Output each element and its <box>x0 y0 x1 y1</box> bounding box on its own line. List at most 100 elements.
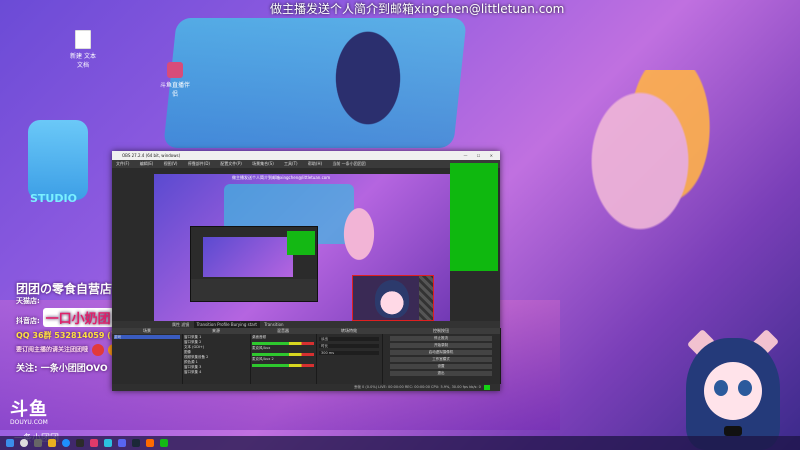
nested-obs-window <box>190 226 318 302</box>
desktop-icon-label: 新建 文本文档 <box>70 53 96 69</box>
volume-meter[interactable] <box>252 364 314 367</box>
weibo-icon <box>92 344 105 356</box>
obs-title-bar[interactable]: OBS 27.2.4 (64 bit, windows) — ☐ ✕ <box>112 151 500 160</box>
status-text: 丢帧 0 (0.0%) LIVE: 00:00:00 REC: 00:00:00… <box>353 385 481 389</box>
menu-current-scene: 当前 一条小团团团 <box>332 161 366 166</box>
menu-file[interactable]: 文件(F) <box>116 161 129 166</box>
nested-green-block <box>287 231 315 255</box>
wallpaper-character-left <box>318 30 418 150</box>
audio-mixer-dock: 混音器 桌面音频 麦克风/Aux 麦克风/Aux 2 <box>250 328 317 384</box>
scenes-dock: 场景 游戏 <box>112 328 183 384</box>
task-view-icon[interactable] <box>34 439 42 447</box>
source-item[interactable]: 窗口采集 4 <box>184 370 248 374</box>
obs-menu-bar: 文件(F) 编辑(E) 视图(V) 停靠部件(D) 配置文件(P) 场景集合(S… <box>112 160 500 168</box>
file-explorer-icon[interactable] <box>48 439 56 447</box>
app-taskbar-icon[interactable] <box>104 439 112 447</box>
obs-status-bar: 丢帧 0 (0.0%) LIVE: 00:00:00 REC: 00:00:00… <box>112 384 500 391</box>
taskbar <box>0 436 800 450</box>
app-taskbar-icon[interactable] <box>146 439 154 447</box>
desktop-icon-text-document[interactable]: 新建 文本文档 <box>68 30 98 69</box>
desktop-icon-label: 斗鱼直播伴侣 <box>160 82 191 98</box>
transitions-dock: 转场特效 淡出 时长 300 ms <box>316 328 383 384</box>
scenes-dock-title: 场景 <box>112 328 182 334</box>
menu-profile[interactable]: 配置文件(P) <box>220 161 242 166</box>
menu-tools[interactable]: 工具(T) <box>284 161 298 166</box>
virtual-camera-button[interactable]: 启动虚拟摄像机 <box>390 350 492 355</box>
menu-help[interactable]: 帮助(H) <box>308 161 322 166</box>
obs-docks: 场景 游戏 来源 窗口采集 1 窗口采集 2 文本 (GDI+) 图像 视频采集… <box>112 328 501 384</box>
source-item[interactable]: 图像 <box>184 350 248 354</box>
mixer-channel-label: 桌面音频 <box>252 335 266 339</box>
transitions-dock-title: 转场特效 <box>316 328 382 334</box>
browser-icon[interactable] <box>62 439 70 447</box>
source-item[interactable]: 文本 (GDI+) <box>184 345 248 349</box>
stop-streaming-button[interactable]: 停止推流 <box>390 336 492 341</box>
transition-select[interactable]: Transition Profile Burying start <box>193 321 260 328</box>
avatar-bow <box>724 426 742 436</box>
top-banner-text: 做主播发送个人简介到邮箱xingchen@littletuan.com <box>270 2 565 16</box>
green-screen-window[interactable] <box>450 163 498 271</box>
steam-icon[interactable] <box>132 439 140 447</box>
mixer-channel-label: 麦克风/Aux 2 <box>252 357 274 361</box>
controls-dock: 控制按钮 停止推流 开始录制 启动虚拟摄像机 工作室模式 设置 退出 <box>382 328 501 384</box>
scene-item[interactable]: 游戏 <box>114 335 180 339</box>
nested-docks <box>191 279 317 301</box>
menu-scene-collection[interactable]: 场景集合(S) <box>252 161 274 166</box>
sources-dock: 来源 窗口采集 1 窗口采集 2 文本 (GDI+) 图像 视频采集设备 2 颜… <box>182 328 251 384</box>
douyu-taskbar-icon[interactable] <box>90 439 98 447</box>
promo-shop-name: 一口小奶团 <box>42 308 114 327</box>
avatar-face <box>375 280 409 318</box>
properties-button[interactable]: 属性 <box>172 322 180 327</box>
mixer-channel-label: 麦克风/Aux <box>252 346 271 350</box>
obs-window[interactable]: OBS 27.2.4 (64 bit, windows) — ☐ ✕ 文件(F)… <box>112 151 501 391</box>
document-icon <box>75 30 91 49</box>
transition-type-select[interactable]: 淡出 <box>319 337 379 341</box>
studio-mode-button[interactable]: 工作室模式 <box>390 357 492 362</box>
wallpaper-logo-text: STUDIO <box>30 192 77 205</box>
volume-meter[interactable] <box>252 353 314 356</box>
app-taskbar-icon[interactable] <box>160 439 168 447</box>
search-icon[interactable] <box>20 439 28 447</box>
start-icon[interactable] <box>6 439 14 447</box>
window-controls[interactable]: — ☐ ✕ <box>464 151 497 160</box>
avatar-eye <box>738 380 752 396</box>
douyu-logo: 斗鱼 <box>10 399 48 420</box>
webcam-source[interactable] <box>352 275 434 321</box>
menu-view[interactable]: 视图(V) <box>164 161 178 166</box>
settings-button[interactable]: 设置 <box>390 364 492 369</box>
menu-docks[interactable]: 停靠部件(D) <box>188 161 210 166</box>
obs-taskbar-icon[interactable] <box>76 439 84 447</box>
exit-button[interactable]: 退出 <box>390 371 492 376</box>
duration-label: 时长 <box>319 344 379 348</box>
vtuber-avatar <box>678 328 788 450</box>
app-taskbar-icon[interactable] <box>118 439 126 447</box>
wallpaper-character-right <box>560 70 760 330</box>
wallpaper-logo-icon <box>28 120 88 200</box>
source-item[interactable]: 视频采集设备 2 <box>184 355 248 359</box>
promo-douyin-label: 抖音店: <box>16 317 40 325</box>
desktop-icon-douyu-companion[interactable]: 斗鱼直播伴侣 <box>160 62 190 98</box>
avatar-face <box>704 362 762 420</box>
source-item[interactable]: 窗口采集 3 <box>184 365 248 369</box>
obs-window-title: OBS 27.2.4 (64 bit, windows) <box>122 153 181 158</box>
source-item[interactable]: 颜色源 1 <box>184 360 248 364</box>
controls-dock-title: 控制按钮 <box>382 328 500 334</box>
live-indicator-icon <box>484 384 490 390</box>
menu-edit[interactable]: 编辑(E) <box>140 161 154 166</box>
sources-dock-title: 来源 <box>182 328 250 334</box>
promo-subscribe-text: 要订阅主播的请关注团团哦 <box>16 346 89 354</box>
webcam-stripe <box>419 276 433 320</box>
obs-source-toolbar: 属性 滤镜 Transition Profile Burying start T… <box>112 321 500 328</box>
source-item[interactable]: 窗口采集 1 <box>184 335 248 339</box>
volume-meter[interactable] <box>252 342 314 345</box>
app-icon <box>167 62 183 78</box>
obs-preview-canvas[interactable]: 做主播发送个人简介到邮箱xingchen@littletuan.com <box>154 174 450 342</box>
filters-button[interactable]: 滤镜 <box>181 322 189 327</box>
wallpaper-monitor-art <box>163 18 467 148</box>
duration-input[interactable]: 300 ms <box>319 351 379 355</box>
source-item[interactable]: 窗口采集 2 <box>184 340 248 344</box>
preview-banner-text: 做主播发送个人简介到邮箱xingchen@littletuan.com <box>232 175 331 180</box>
transition-button[interactable]: Transition <box>264 322 283 327</box>
start-recording-button[interactable]: 开始录制 <box>390 343 492 348</box>
avatar-eye <box>714 380 728 396</box>
